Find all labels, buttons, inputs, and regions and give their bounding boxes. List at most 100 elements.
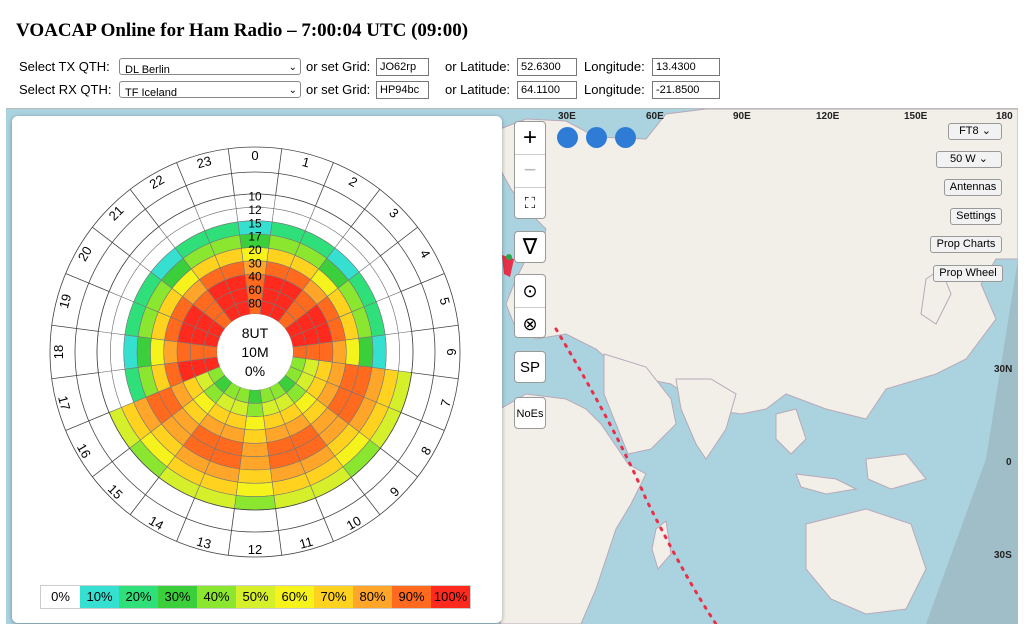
zoom-out-button[interactable]: − — [515, 155, 545, 188]
band-label: 40 — [248, 270, 262, 284]
mode-select[interactable]: FT8 ⌄ — [948, 123, 1002, 140]
band-dot-2[interactable] — [586, 127, 607, 148]
wheel-cell — [358, 336, 374, 368]
sp-button[interactable]: SP — [514, 351, 546, 383]
reliability-legend: 0% 10% 20% 30% 40% 50% 60% 70% 80% 90% 1… — [40, 585, 471, 609]
wheel-cell — [345, 338, 360, 366]
band-dot-1[interactable] — [557, 127, 578, 148]
power-select[interactable]: 50 W ⌄ — [936, 151, 1002, 168]
prop-charts-button[interactable]: Prop Charts — [930, 236, 1002, 253]
settings-button[interactable]: Settings — [950, 208, 1002, 225]
legend-item: 80% — [353, 586, 392, 608]
band-label: 15 — [248, 216, 262, 230]
legend-item: 0% — [41, 586, 80, 608]
hour-label: 8 — [418, 444, 435, 458]
prop-wheel-button[interactable]: Prop Wheel — [933, 265, 1003, 282]
legend-item: 70% — [314, 586, 353, 608]
hour-label: 18 — [51, 345, 66, 359]
hour-label: 3 — [386, 205, 402, 221]
tx-qth-label: Select TX QTH: — [19, 59, 110, 74]
hour-label: 12 — [248, 542, 262, 557]
locate-icon[interactable]: ⊙ — [515, 275, 545, 308]
wheel-spoke — [400, 412, 445, 431]
wheel-spoke — [129, 189, 160, 227]
hour-label: 2 — [346, 174, 360, 191]
tx-longitude-field[interactable]: 13.4300 — [652, 58, 720, 76]
rx-longitude-field[interactable]: -21.8500 — [652, 81, 720, 99]
wheel-cell — [398, 331, 414, 373]
map-label-0: 0 — [1006, 457, 1012, 468]
cancel-circle-icon[interactable]: ⊗ — [515, 308, 545, 340]
map-label-150e: 150E — [904, 111, 928, 122]
hour-label: 5 — [437, 296, 453, 307]
wheel-spoke — [315, 497, 334, 542]
hour-label: 20 — [75, 244, 95, 264]
noes-button[interactable]: NoEs — [514, 397, 546, 429]
wheel-spoke — [176, 497, 195, 542]
wheel-cell — [331, 339, 347, 365]
rx-latitude-field[interactable]: 64.1100 — [517, 81, 577, 99]
tx-grid-field[interactable]: JO62rp — [376, 58, 429, 76]
tx-lat-label: or Latitude: — [445, 59, 511, 74]
band-label: 80 — [248, 296, 262, 310]
band-label: 30 — [248, 256, 262, 270]
location-controls: ⊙ ⊗ — [514, 274, 546, 338]
wheel-spoke — [350, 189, 381, 227]
wheel-cell — [292, 344, 307, 360]
chevron-down-icon: ⌄ — [981, 125, 991, 137]
center-label: 10M — [241, 344, 268, 360]
wheel-spoke — [129, 477, 160, 515]
rx-grid-field[interactable]: HP94bc — [376, 81, 429, 99]
wheel-cell — [235, 481, 275, 497]
legend-item: 100% — [431, 586, 470, 608]
wheel-spoke — [275, 148, 283, 196]
wheel-spoke — [92, 447, 130, 478]
wheel-spoke — [380, 226, 418, 257]
rx-lon-label: Longitude: — [584, 82, 645, 97]
band-label: 60 — [248, 283, 262, 297]
hour-label: 22 — [147, 172, 167, 192]
wheel-spoke — [65, 412, 110, 431]
zoom-control: + − ⛶ — [514, 121, 546, 219]
tx-qth-select[interactable]: DL Berlin ⌄ — [119, 58, 301, 76]
map-label-30s: 30S — [994, 550, 1012, 561]
zoom-in-button[interactable]: + — [515, 122, 545, 155]
wheel-spoke — [275, 508, 283, 556]
wheel-spoke — [176, 162, 195, 207]
wheel-cell — [239, 455, 271, 471]
wheel-spoke — [411, 324, 459, 332]
wheel-cell — [110, 332, 126, 372]
band-label: 10 — [248, 190, 262, 204]
tx-latitude-field[interactable]: 52.6300 — [517, 58, 577, 76]
wheel-cell — [246, 402, 264, 417]
page-title: VOACAP Online for Ham Radio – 7:00:04 UT… — [16, 20, 469, 41]
wheel-cell — [371, 334, 387, 370]
wheel-spoke — [65, 273, 110, 292]
hour-label: 7 — [438, 398, 454, 409]
wheel-cell — [123, 334, 139, 370]
legend-item: 90% — [392, 586, 431, 608]
hour-label: 16 — [74, 441, 94, 461]
wheel-spoke — [51, 324, 99, 332]
band-label: 20 — [248, 243, 262, 257]
wheel-cell — [150, 338, 165, 366]
fullscreen-icon[interactable]: ⛶ — [515, 188, 545, 220]
wheel-cell — [176, 341, 192, 363]
rx-grid-label: or set Grid: — [306, 82, 371, 97]
legend-item: 50% — [236, 586, 275, 608]
triangle-down-icon[interactable]: ∇ — [514, 231, 546, 263]
wheel-cell — [242, 428, 268, 444]
legend-item: 60% — [275, 586, 314, 608]
map-label-90e: 90E — [733, 111, 751, 122]
band-dot-3[interactable] — [615, 127, 636, 148]
band-label: 12 — [248, 203, 262, 217]
chevron-down-icon: ⌄ — [288, 62, 297, 73]
wheel-spoke — [315, 162, 334, 207]
antennas-button[interactable]: Antennas — [944, 179, 1002, 196]
prop-wheel: 8060403020171512100 123456789101112131415… — [49, 146, 461, 558]
tx-lon-label: Longitude: — [584, 59, 645, 74]
rx-qth-select[interactable]: TF Iceland ⌄ — [119, 81, 301, 99]
hour-label: 19 — [56, 292, 74, 310]
map-label-30n: 30N — [994, 364, 1013, 375]
wheel-spoke — [411, 372, 459, 380]
